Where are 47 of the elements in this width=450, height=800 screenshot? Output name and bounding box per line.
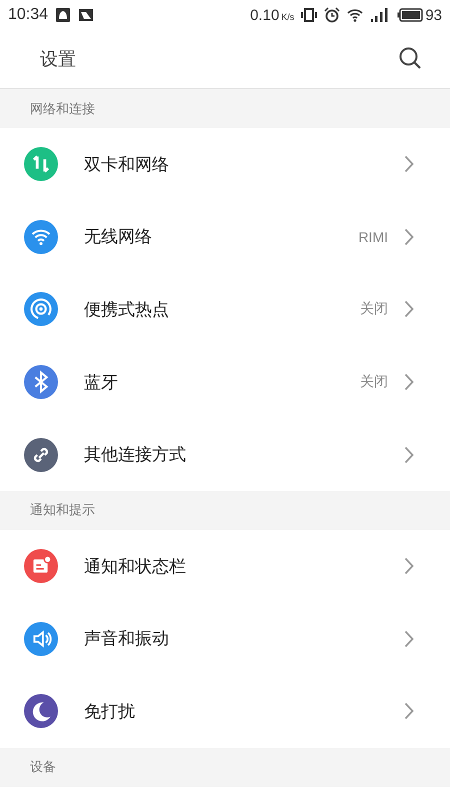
- section-title: 设备: [30, 759, 56, 776]
- item-label: 双卡和网络: [84, 154, 170, 176]
- item-label: 其他连接方式: [84, 444, 187, 466]
- settings-item[interactable]: 其他连接方式: [0, 418, 450, 491]
- speaker-icon: [24, 622, 58, 656]
- chevron-icon: [404, 557, 414, 576]
- alarm-icon: [324, 7, 340, 23]
- settings-item[interactable]: 便携式热点 关闭: [0, 273, 450, 346]
- item-label: 无线网络: [84, 226, 153, 248]
- arrows-icon: [24, 147, 58, 182]
- battery-level: 93: [425, 6, 442, 24]
- vibrate-icon: [301, 7, 318, 23]
- chevron-icon: [404, 300, 414, 318]
- chevron-icon: [404, 228, 414, 246]
- item-label: 通知和状态栏: [84, 556, 187, 578]
- network-speed: 0.10: [250, 6, 280, 24]
- item-label: 便携式热点: [84, 298, 170, 321]
- item-label: 蓝牙: [84, 372, 119, 394]
- clock-time: 10:34: [8, 6, 48, 24]
- settings-item[interactable]: 声音和振动: [0, 602, 450, 676]
- settings-item[interactable]: 蓝牙 关闭: [0, 346, 450, 418]
- settings-item[interactable]: 无线网络 RIMI: [0, 200, 450, 274]
- settings-item[interactable]: 双卡和网络: [0, 128, 450, 201]
- chevron-icon: [404, 702, 414, 720]
- item-value: 关闭: [360, 373, 388, 392]
- chevron-icon: [404, 155, 414, 174]
- item-label: 声音和振动: [84, 628, 170, 650]
- chevron-icon: [404, 446, 414, 464]
- signal-icon: [370, 7, 390, 23]
- section-title: 网络和连接: [30, 100, 95, 118]
- section-title: 通知和提示: [30, 502, 95, 520]
- bluetooth-icon: [24, 365, 58, 400]
- moon-icon: [24, 694, 58, 728]
- speed-unit: K/s: [281, 12, 294, 22]
- chevron-icon: [404, 373, 414, 392]
- wifi-icon: [24, 220, 58, 254]
- item-label: 免打扰: [84, 700, 136, 723]
- battery-icon: [397, 8, 424, 22]
- wifi-icon: [347, 7, 364, 23]
- page-title: 设置: [40, 48, 76, 71]
- chevron-icon: [404, 630, 414, 648]
- link-icon: [24, 438, 58, 472]
- item-value: 关闭: [360, 300, 388, 318]
- item-value: RIMI: [358, 228, 388, 245]
- hotspot-icon: [24, 292, 58, 326]
- settings-item[interactable]: 通知和状态栏: [0, 530, 450, 603]
- settings-item[interactable]: 免打扰: [0, 675, 450, 748]
